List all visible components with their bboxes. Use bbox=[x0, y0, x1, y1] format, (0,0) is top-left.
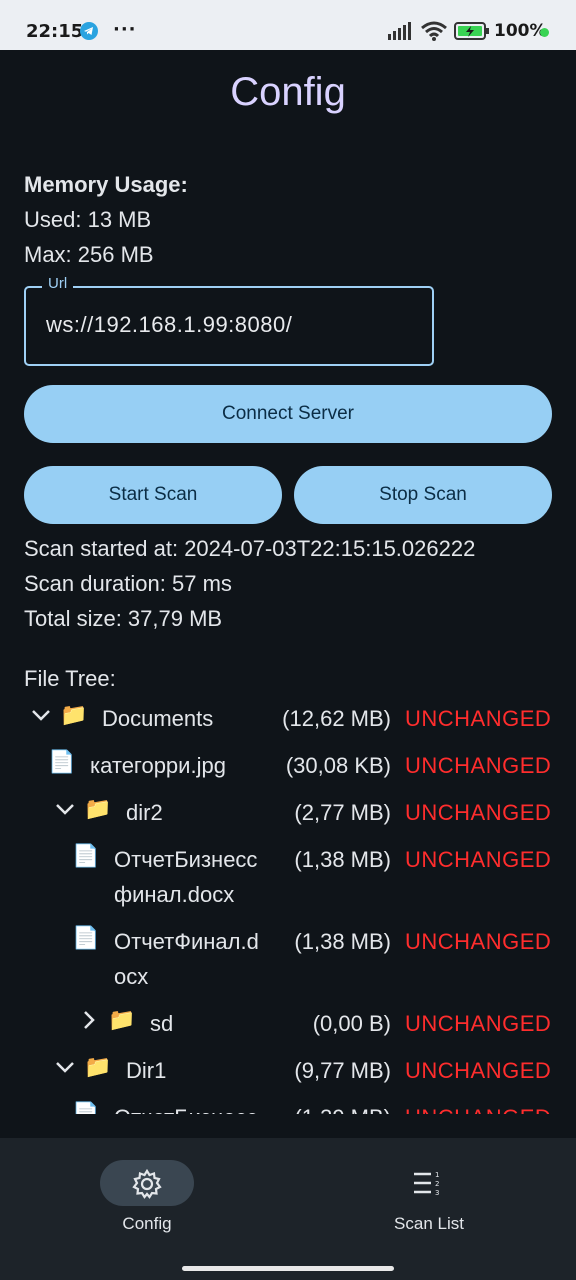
tree-row-name: ОтчетБизнесс bbox=[114, 1101, 257, 1114]
battery-percent: 100% bbox=[494, 21, 547, 41]
tree-row-status: UNCHANGED bbox=[405, 1101, 551, 1114]
tree-row-name: ОтчетФинал.d bbox=[114, 929, 259, 954]
status-bar: 22:15 ··· 100% bbox=[0, 0, 576, 50]
chevron-right-icon[interactable] bbox=[78, 1007, 100, 1033]
file-icon: 📄 bbox=[72, 1101, 100, 1114]
tree-row-size: (1,38 MB) bbox=[294, 929, 391, 954]
tree-row-status: UNCHANGED bbox=[405, 1011, 552, 1036]
tree-row-name: dir2 bbox=[126, 800, 163, 825]
svg-text:3: 3 bbox=[435, 1189, 439, 1197]
file-icon: 📄 bbox=[48, 749, 76, 774]
wifi-icon bbox=[420, 20, 448, 46]
chevron-down-icon[interactable] bbox=[54, 1054, 76, 1080]
url-input[interactable] bbox=[46, 312, 416, 338]
chevron-down-icon[interactable] bbox=[54, 796, 76, 822]
list-icon[interactable]: 123 bbox=[413, 1170, 443, 1203]
bottom-navigation bbox=[0, 1138, 576, 1280]
status-time: 22:15 bbox=[26, 21, 84, 42]
tree-row-status: UNCHANGED bbox=[405, 929, 552, 954]
more-notifications-icon: ··· bbox=[113, 19, 137, 40]
folder-icon: 📁 bbox=[60, 702, 88, 727]
battery-icon bbox=[454, 22, 490, 44]
file-tree-heading: File Tree: bbox=[24, 666, 116, 691]
nav-config-label[interactable]: Config bbox=[97, 1214, 197, 1234]
tree-row-size: (9,77 MB) bbox=[294, 1058, 391, 1083]
tree-row-size: (30,08 KB) bbox=[285, 753, 391, 778]
tree-row-name: ОтчетБизнесс bbox=[114, 847, 258, 872]
svg-text:1: 1 bbox=[435, 1171, 439, 1179]
page-title: Config bbox=[230, 70, 346, 114]
signal-icon bbox=[388, 22, 414, 44]
tree-row-status: UNCHANGED bbox=[405, 706, 552, 731]
tree-row-size: (0,00 B) bbox=[312, 1011, 391, 1036]
tree-row-status: UNCHANGED bbox=[405, 1058, 552, 1083]
start-scan-button[interactable]: Start Scan bbox=[24, 466, 282, 524]
file-icon: 📄 bbox=[72, 843, 100, 868]
tree-row-status: UNCHANGED bbox=[405, 847, 552, 872]
tree-row-name-cont: ocx bbox=[114, 964, 149, 989]
folder-icon: 📁 bbox=[84, 796, 112, 821]
total-size-text: Total size: 37,79 MB bbox=[24, 606, 223, 631]
gesture-home-bar[interactable] bbox=[182, 1266, 394, 1271]
file-tree: 📁 Documents (12,62 MB) UNCHANGED 📄 катег… bbox=[0, 694, 576, 1114]
memory-heading: Memory Usage: bbox=[24, 172, 188, 197]
stop-scan-button[interactable]: Stop Scan bbox=[294, 466, 552, 524]
memory-used: Used: 13 MB bbox=[24, 207, 152, 232]
tree-row-name-cont: финал.docx bbox=[114, 882, 235, 907]
privacy-indicator-dot bbox=[540, 28, 549, 37]
gear-icon[interactable] bbox=[131, 1168, 163, 1205]
connect-server-button[interactable]: Connect Server bbox=[24, 385, 552, 443]
tree-row-name: Dir1 bbox=[126, 1058, 167, 1083]
scan-started-text: Scan started at: 2024-07-03T22:15:15.026… bbox=[24, 536, 476, 561]
folder-icon: 📁 bbox=[108, 1007, 136, 1032]
nav-scan-list-label[interactable]: Scan List bbox=[374, 1214, 484, 1234]
tree-row-name: категорри.jpg bbox=[90, 753, 226, 778]
svg-text:2: 2 bbox=[435, 1180, 439, 1188]
tree-row-size: (12,62 MB) bbox=[282, 706, 391, 731]
tree-row-status: UNCHANGED bbox=[405, 753, 552, 778]
tree-row-name: Documents bbox=[102, 706, 214, 731]
file-icon: 📄 bbox=[72, 925, 100, 950]
tree-row-size: (1,38 MB) bbox=[294, 847, 391, 872]
memory-max: Max: 256 MB bbox=[24, 242, 154, 267]
chevron-down-icon[interactable] bbox=[30, 702, 52, 728]
tree-row-size: (2,77 MB) bbox=[294, 800, 391, 825]
url-label: Url bbox=[42, 275, 74, 292]
telegram-icon bbox=[80, 22, 98, 44]
tree-row-name: sd bbox=[150, 1011, 174, 1036]
tree-row-size: (1,39 MB) bbox=[294, 1101, 391, 1114]
scan-duration-text: Scan duration: 57 ms bbox=[24, 571, 232, 596]
tree-row-status: UNCHANGED bbox=[405, 800, 552, 825]
folder-icon: 📁 bbox=[84, 1054, 112, 1079]
